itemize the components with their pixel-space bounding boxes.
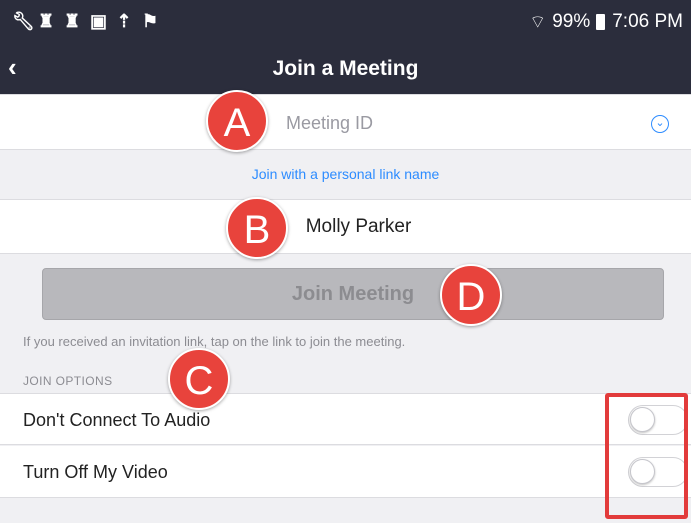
chevron-down-icon[interactable]: ⌄ xyxy=(651,115,669,133)
wifi-icon: ⌔ xyxy=(529,12,547,32)
join-options-label: JOIN OPTIONS xyxy=(23,374,113,388)
annotation-badge-a: A xyxy=(206,90,268,152)
option-label: Don't Connect To Audio xyxy=(23,410,211,430)
personal-link[interactable]: Join with a personal link name xyxy=(252,166,440,182)
wrench-icon: 🔧︎ xyxy=(12,11,35,31)
upload-icon: ⇡ xyxy=(116,11,132,31)
invitation-hint: If you received an invitation link, tap … xyxy=(23,334,406,349)
option-dont-connect-audio: Don't Connect To Audio xyxy=(0,393,691,445)
person-icon: ♜ xyxy=(64,11,81,31)
flag-icon: ⚑ xyxy=(142,11,159,31)
battery-icon xyxy=(596,14,606,30)
meeting-id-row: Meeting ID ⌄ xyxy=(0,94,691,150)
title-bar: ‹ Join a Meeting xyxy=(0,42,691,94)
annotation-badge-c: C xyxy=(168,348,230,410)
battery-level: 99% xyxy=(552,11,591,32)
annotation-badge-d: D xyxy=(440,264,502,326)
option-label: Turn Off My Video xyxy=(23,462,168,482)
status-bar: 🔧︎ ♜ ♜ ▣ ⇡ ⚑ ⌔ 99% 7:06 PM xyxy=(0,0,691,42)
option-turn-off-video: Turn Off My Video xyxy=(0,446,691,498)
annotation-badge-b: B xyxy=(226,197,288,259)
page-title: Join a Meeting xyxy=(272,57,419,80)
toggles-highlight xyxy=(605,393,688,519)
image-icon: ▣ xyxy=(90,11,108,31)
join-meeting-button[interactable]: Join Meeting xyxy=(42,268,664,320)
personal-link-row: Join with a personal link name xyxy=(0,152,691,196)
status-right: ⌔ 99% 7:06 PM xyxy=(529,11,683,33)
name-field[interactable]: Molly Parker xyxy=(0,216,691,238)
status-icons: 🔧︎ ♜ ♜ ▣ ⇡ ⚑ xyxy=(12,10,158,32)
name-row: Molly Parker xyxy=(0,199,691,254)
clock: 7:06 PM xyxy=(612,11,683,32)
person-icon: ♜ xyxy=(38,11,55,31)
